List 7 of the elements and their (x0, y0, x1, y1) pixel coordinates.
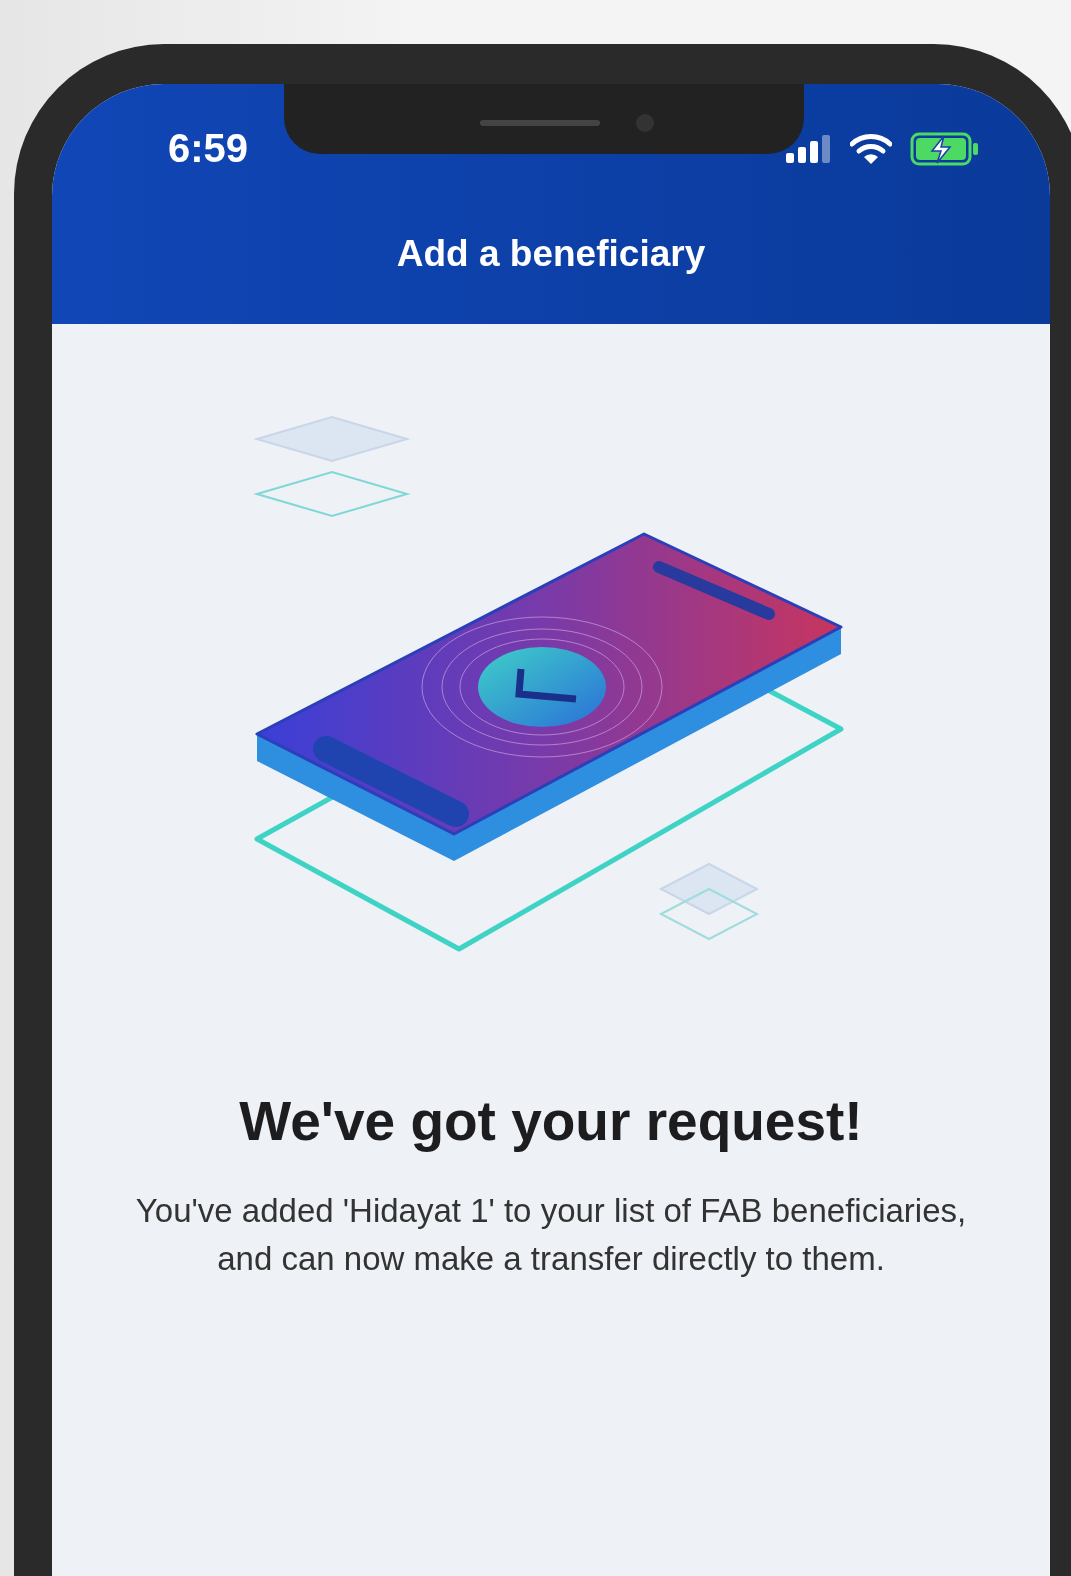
screen-title: Add a beneficiary (395, 233, 707, 275)
wifi-icon (850, 132, 892, 165)
confirmation-heading: We've got your request! (239, 1089, 863, 1153)
confirmation-message: You've added 'Hidayat 1' to your list of FAB beneficiaries, and can now make a transfer directly to them. (134, 1191, 968, 1279)
battery-charging-icon (910, 131, 980, 166)
status-time: 6:59 (168, 126, 249, 171)
signal-icon (786, 134, 832, 163)
